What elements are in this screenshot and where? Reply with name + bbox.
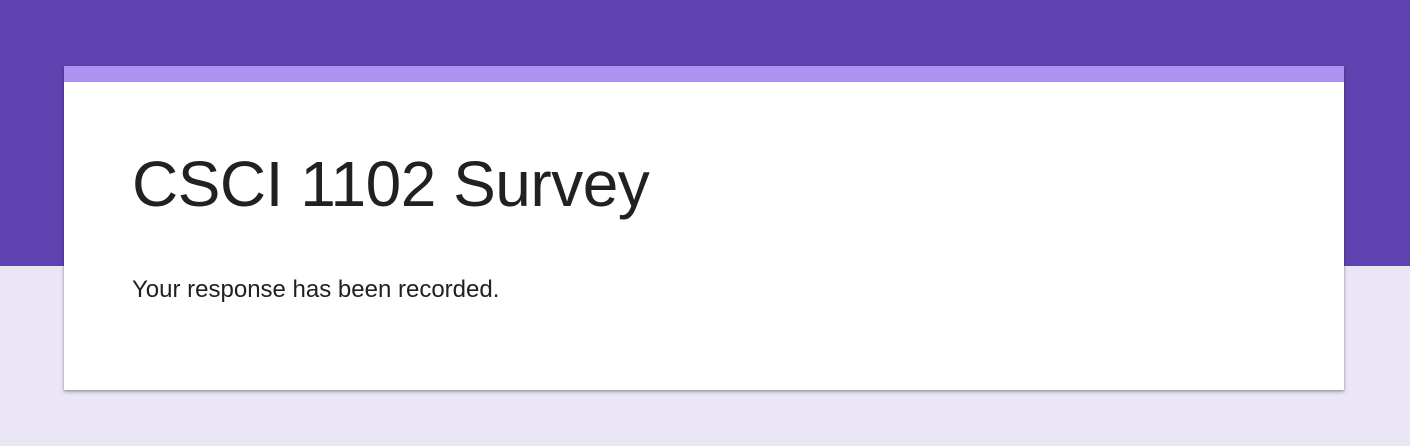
form-title: CSCI 1102 Survey — [132, 148, 650, 220]
confirmation-message: Your response has been recorded. — [132, 276, 500, 303]
card-accent-bar — [64, 66, 1344, 82]
form-card: CSCI 1102 Survey Your response has been … — [64, 66, 1344, 390]
